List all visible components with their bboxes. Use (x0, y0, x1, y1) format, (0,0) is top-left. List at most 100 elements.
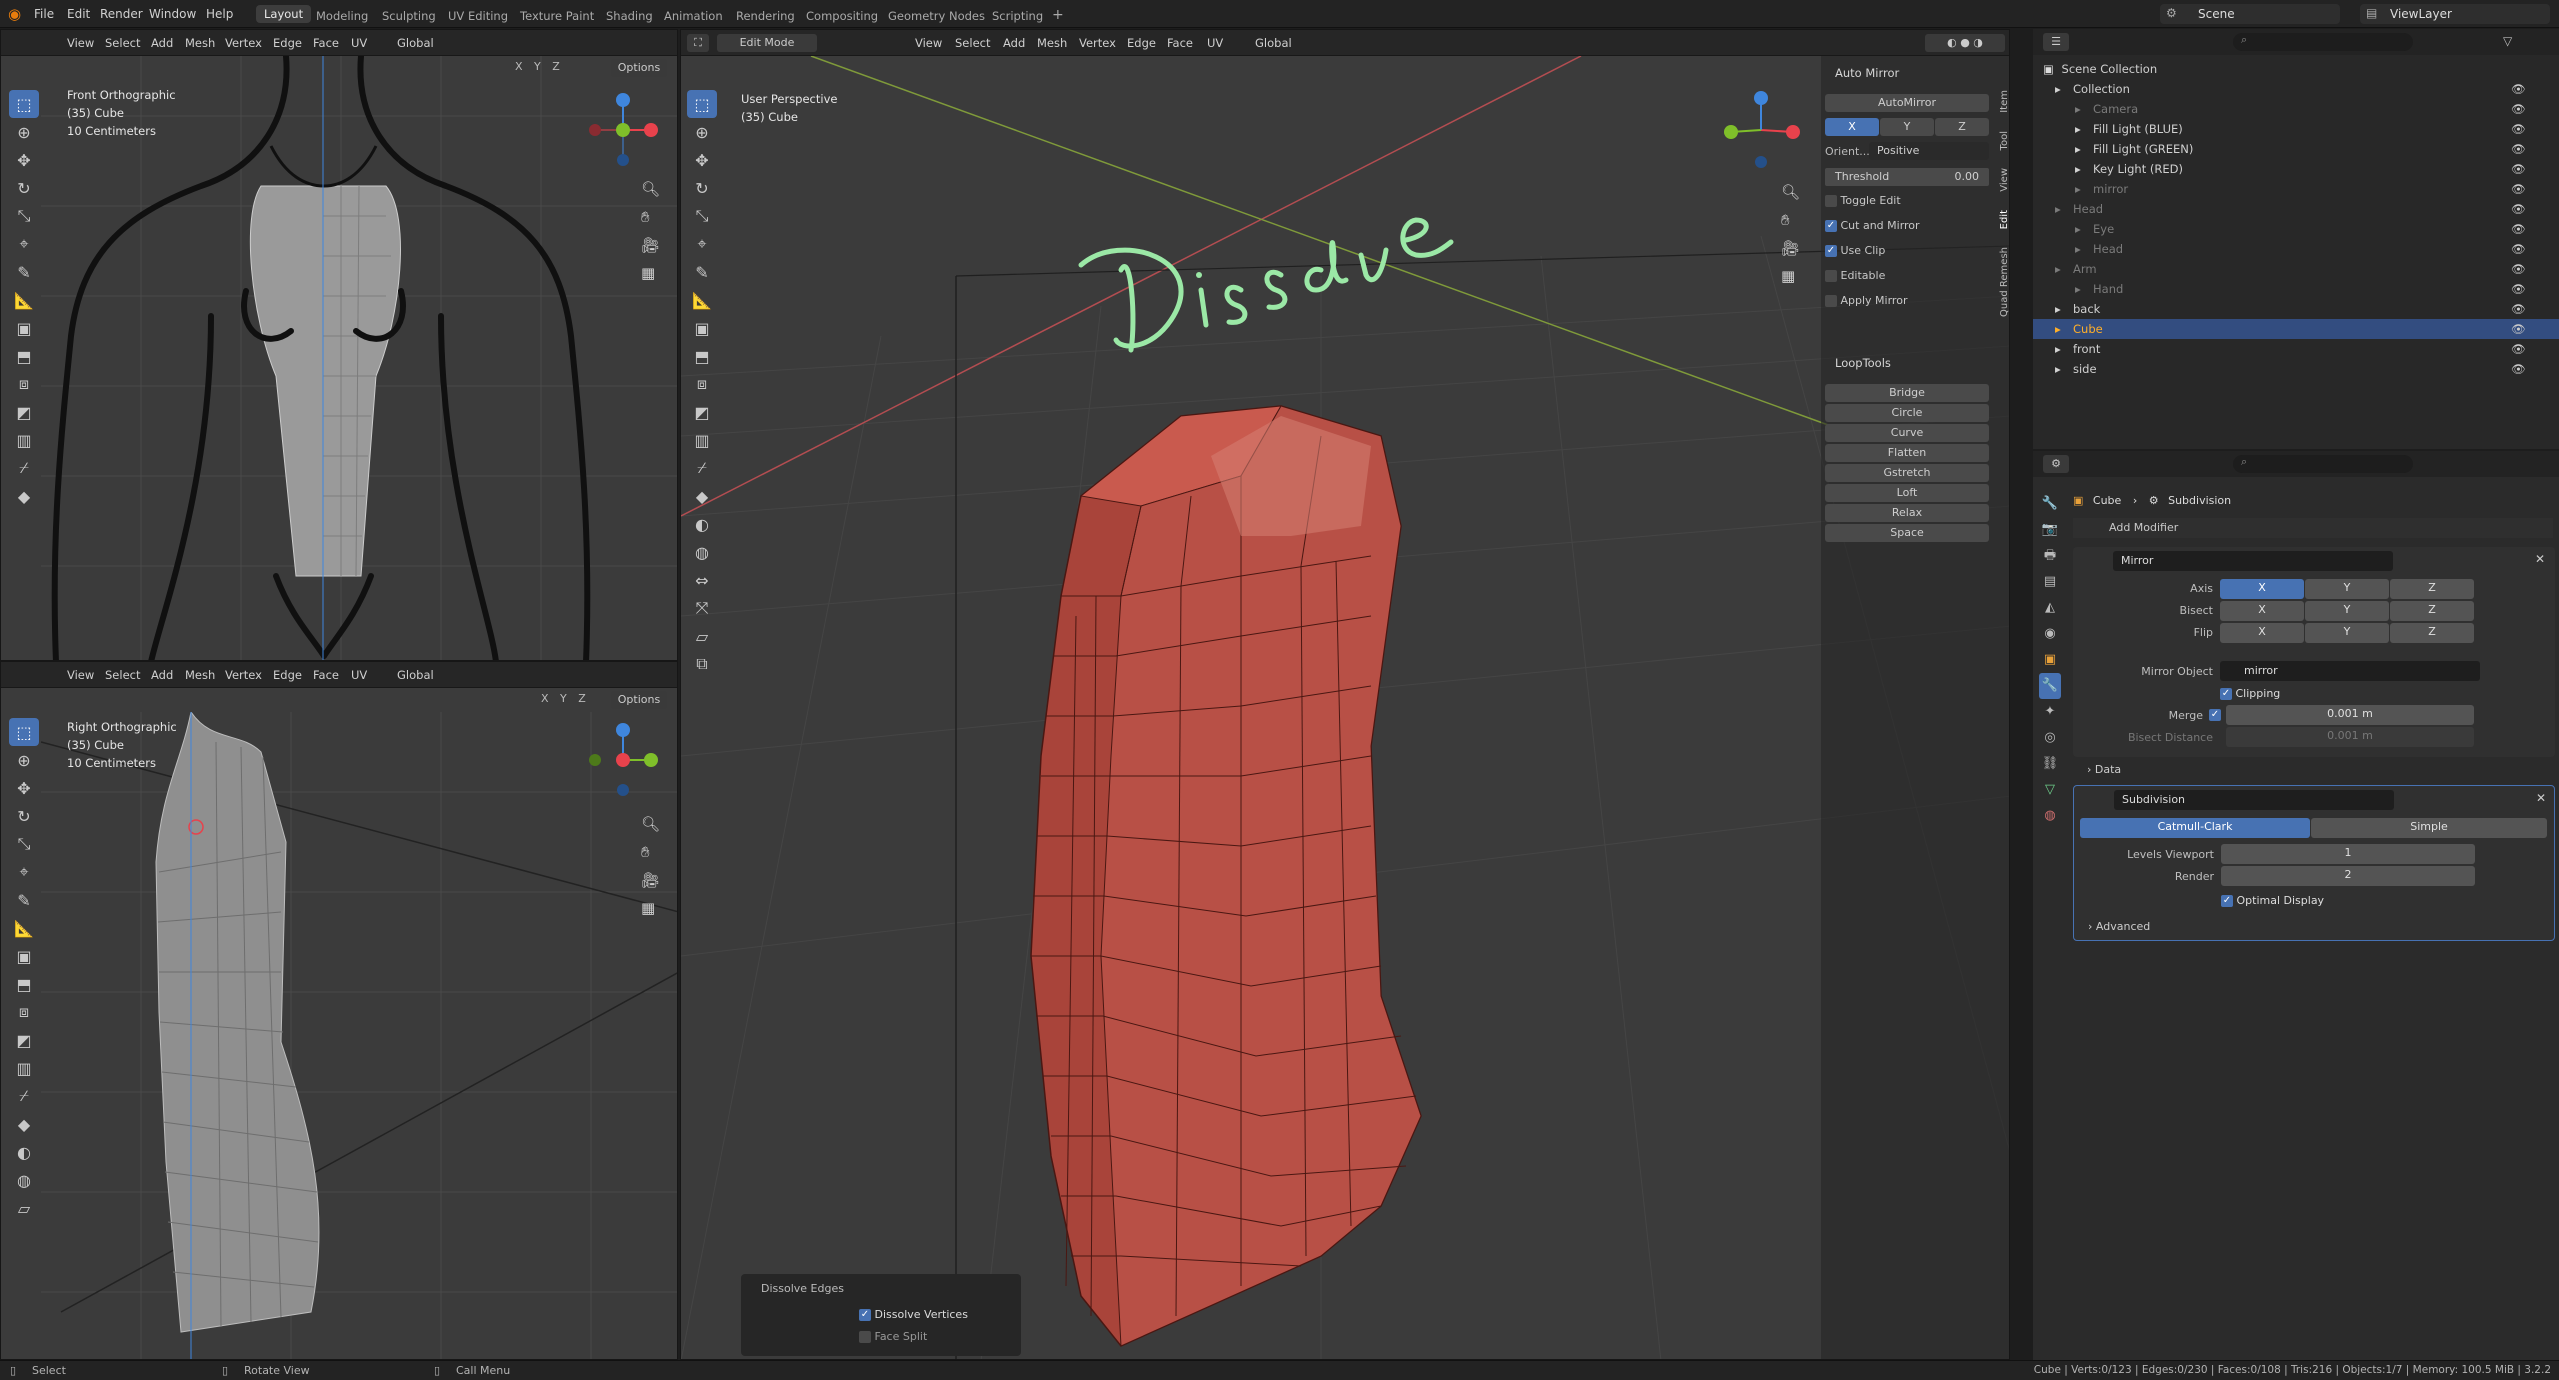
move-icon[interactable]: ✥ (9, 774, 39, 802)
add-workspace-button[interactable]: + (1052, 5, 1064, 25)
spin-icon[interactable]: ◐ (687, 510, 717, 538)
bisect-distance-value[interactable]: 0.001 m (2226, 727, 2474, 747)
material-tab-icon[interactable]: ◍ (2039, 803, 2061, 829)
outliner-row[interactable]: ▸ back 👁︎ (2033, 299, 2559, 319)
select-menu[interactable]: Select (955, 36, 990, 50)
dissolve-vertices-option[interactable]: Dissolve Vertices (859, 1308, 968, 1321)
outliner-row[interactable]: ▸ Cube 👁︎ (2033, 319, 2559, 339)
loop-cut-icon[interactable]: ▥ (9, 1054, 39, 1082)
visibility-icon[interactable]: 👁︎ (2511, 299, 2526, 319)
scene-selector[interactable]: ⚙ Scene (2160, 4, 2340, 24)
levels-viewport-value[interactable]: 1 (2221, 844, 2475, 864)
properties-search[interactable]: ⌕ (2233, 455, 2413, 473)
outliner-row[interactable]: ▸ Collection 👁︎ (2033, 79, 2559, 99)
menu-window[interactable]: Window (149, 7, 196, 21)
smooth-icon[interactable]: ◍ (687, 538, 717, 566)
cut-and-mirror-option[interactable]: Cut and Mirror (1825, 219, 1920, 232)
measure-icon[interactable]: 📐 (9, 914, 39, 942)
transform-icon[interactable]: ⌖ (9, 858, 39, 886)
tab-layout[interactable]: Layout (256, 5, 312, 23)
navigation-gizmo[interactable] (583, 90, 663, 170)
transform-icon[interactable]: ⌖ (687, 230, 717, 258)
subdivision-name-field[interactable]: Subdivision (2114, 790, 2394, 810)
vertex-menu[interactable]: Vertex (225, 36, 262, 50)
transform-orientation[interactable]: Global (397, 668, 434, 682)
tab-quad-remesh[interactable]: Quad Remesh (1999, 247, 2009, 317)
shrink-fatten-icon[interactable]: ⤧ (687, 594, 717, 622)
spin-icon[interactable]: ◐ (9, 1138, 39, 1166)
particles-tab-icon[interactable]: ✦ (2039, 699, 2061, 725)
zoom-icon[interactable]: 🔍︎ (641, 175, 660, 203)
axis-z-toggle[interactable]: Z (578, 692, 586, 705)
tab-modeling[interactable]: Modeling (316, 7, 368, 25)
menu-help[interactable]: Help (206, 7, 233, 21)
vertex-menu[interactable]: Vertex (1079, 36, 1116, 50)
scale-icon[interactable]: ⤡ (687, 202, 717, 230)
rotate-icon[interactable]: ↻ (9, 802, 39, 830)
outliner-row[interactable]: ▸ Head 👁︎ (2033, 239, 2559, 259)
looptools-space[interactable]: Space (1825, 524, 1989, 542)
looptools-gstretch[interactable]: Gstretch (1825, 464, 1989, 482)
toggle-edit-checkbox[interactable] (1825, 195, 1837, 207)
editor-type-icon[interactable]: ⛶ (687, 34, 709, 52)
modifier-tab-icon[interactable]: 🔧 (2039, 673, 2061, 699)
clipping-checkbox[interactable] (2220, 688, 2232, 700)
edge-menu[interactable]: Edge (1127, 36, 1156, 50)
add-menu[interactable]: Add (151, 668, 173, 682)
visibility-icon[interactable]: 👁︎ (2511, 99, 2526, 119)
mesh-menu[interactable]: Mesh (185, 668, 215, 682)
data-subpanel[interactable]: › Data (2087, 763, 2121, 776)
pan-hand-icon[interactable]: ✋︎ (1781, 206, 1800, 234)
menu-edit[interactable]: Edit (67, 7, 90, 21)
tab-compositing[interactable]: Compositing (806, 7, 878, 25)
mirror-name-field[interactable]: Mirror (2113, 551, 2393, 571)
uv-menu[interactable]: UV (351, 36, 367, 50)
editable-checkbox[interactable] (1825, 270, 1837, 282)
looptools-flatten[interactable]: Flatten (1825, 444, 1989, 462)
use-clip-checkbox[interactable] (1825, 245, 1837, 257)
knife-icon[interactable]: ⌿ (687, 454, 717, 482)
visibility-icon[interactable]: 👁︎ (2511, 239, 2526, 259)
tab-animation[interactable]: Animation (664, 7, 723, 25)
annotate-icon[interactable]: ✎ (9, 886, 39, 914)
poly-build-icon[interactable]: ◆ (9, 1110, 39, 1138)
poly-build-icon[interactable]: ◆ (9, 482, 39, 510)
view-layer-tab-icon[interactable]: ▤ (2039, 569, 2061, 595)
select-menu[interactable]: Select (105, 36, 140, 50)
render-levels-value[interactable]: 2 (2221, 866, 2475, 886)
outliner-row[interactable]: ▸ Eye 👁︎ (2033, 219, 2559, 239)
visibility-icon[interactable]: 👁︎ (2511, 319, 2526, 339)
menu-file[interactable]: File (34, 7, 54, 21)
apply-mirror-option[interactable]: Apply Mirror (1825, 294, 1907, 307)
face-menu[interactable]: Face (1167, 36, 1193, 50)
mirror-object-field[interactable]: mirror (2220, 661, 2480, 681)
add-cube-icon[interactable]: ▣ (9, 942, 39, 970)
tab-view[interactable]: View (1999, 168, 2009, 192)
looptools-curve[interactable]: Curve (1825, 424, 1989, 442)
edge-menu[interactable]: Edge (273, 36, 302, 50)
bisect-y-toggle[interactable]: Y (2305, 601, 2389, 621)
extrude-icon[interactable]: ⬒ (687, 342, 717, 370)
add-menu[interactable]: Add (151, 36, 173, 50)
cursor-icon[interactable]: ⊕ (9, 746, 39, 774)
tab-scripting[interactable]: Scripting (992, 7, 1043, 25)
outliner-row[interactable]: ▸ Fill Light (BLUE) 👁︎ (2033, 119, 2559, 139)
xyz-toggles[interactable]: X Y Z (541, 692, 586, 705)
orient-dropdown[interactable]: Positive (1869, 142, 1989, 160)
camera-icon[interactable]: 🎥︎ (641, 231, 660, 259)
knife-icon[interactable]: ⌿ (9, 454, 39, 482)
visibility-icon[interactable]: 👁︎ (2511, 159, 2526, 179)
view-layer-selector[interactable]: ▤ ViewLayer (2360, 4, 2550, 24)
data-tab-icon[interactable]: ▽ (2039, 777, 2061, 803)
outliner-row[interactable]: ▸ mirror 👁︎ (2033, 179, 2559, 199)
advanced-subpanel[interactable]: › Advanced (2088, 920, 2150, 933)
outliner-row[interactable]: ▸ Key Light (RED) 👁︎ (2033, 159, 2559, 179)
mesh-menu[interactable]: Mesh (185, 36, 215, 50)
bisect-z-toggle[interactable]: Z (2390, 601, 2474, 621)
uv-menu[interactable]: UV (1207, 36, 1223, 50)
options-button[interactable]: Options (611, 691, 667, 709)
auto-mirror-title[interactable]: Auto Mirror (1835, 66, 1899, 80)
transform-orientation[interactable]: Global (1255, 36, 1292, 50)
physics-tab-icon[interactable]: ◎ (2039, 725, 2061, 751)
inset-icon[interactable]: ⧈ (687, 370, 717, 398)
